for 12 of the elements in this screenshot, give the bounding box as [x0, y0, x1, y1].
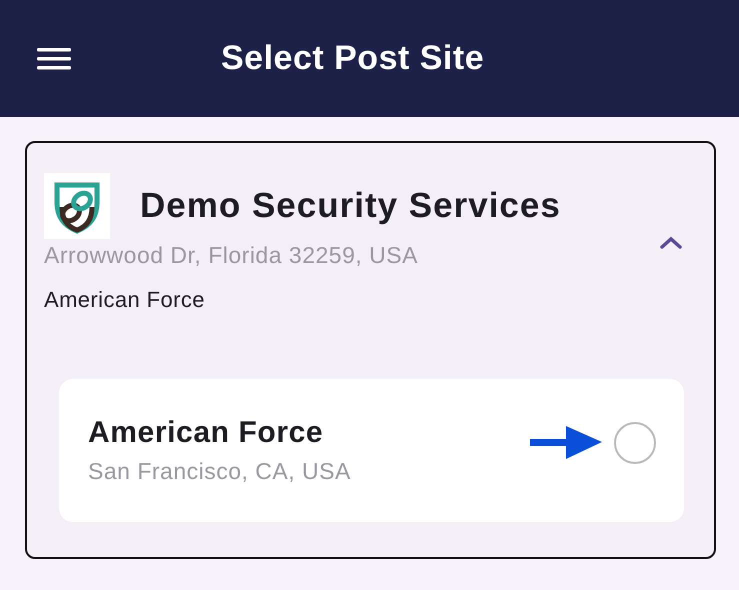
site-option[interactable]: American Force San Francisco, CA, USA: [59, 379, 684, 522]
site-name: American Force: [88, 416, 324, 450]
radio-button[interactable]: [614, 422, 656, 464]
company-name: Demo Security Services: [140, 186, 561, 226]
shield-chain-logo-icon: [44, 173, 110, 239]
chevron-up-icon[interactable]: [660, 236, 682, 249]
menu-icon[interactable]: [37, 48, 71, 70]
site-address: San Francisco, CA, USA: [88, 458, 352, 485]
company-address: Arrowwood Dr, Florida 32259, USA: [44, 242, 418, 269]
group-label: American Force: [44, 287, 206, 313]
page-title: Select Post Site: [221, 39, 484, 78]
arrow-icon: [530, 426, 602, 460]
